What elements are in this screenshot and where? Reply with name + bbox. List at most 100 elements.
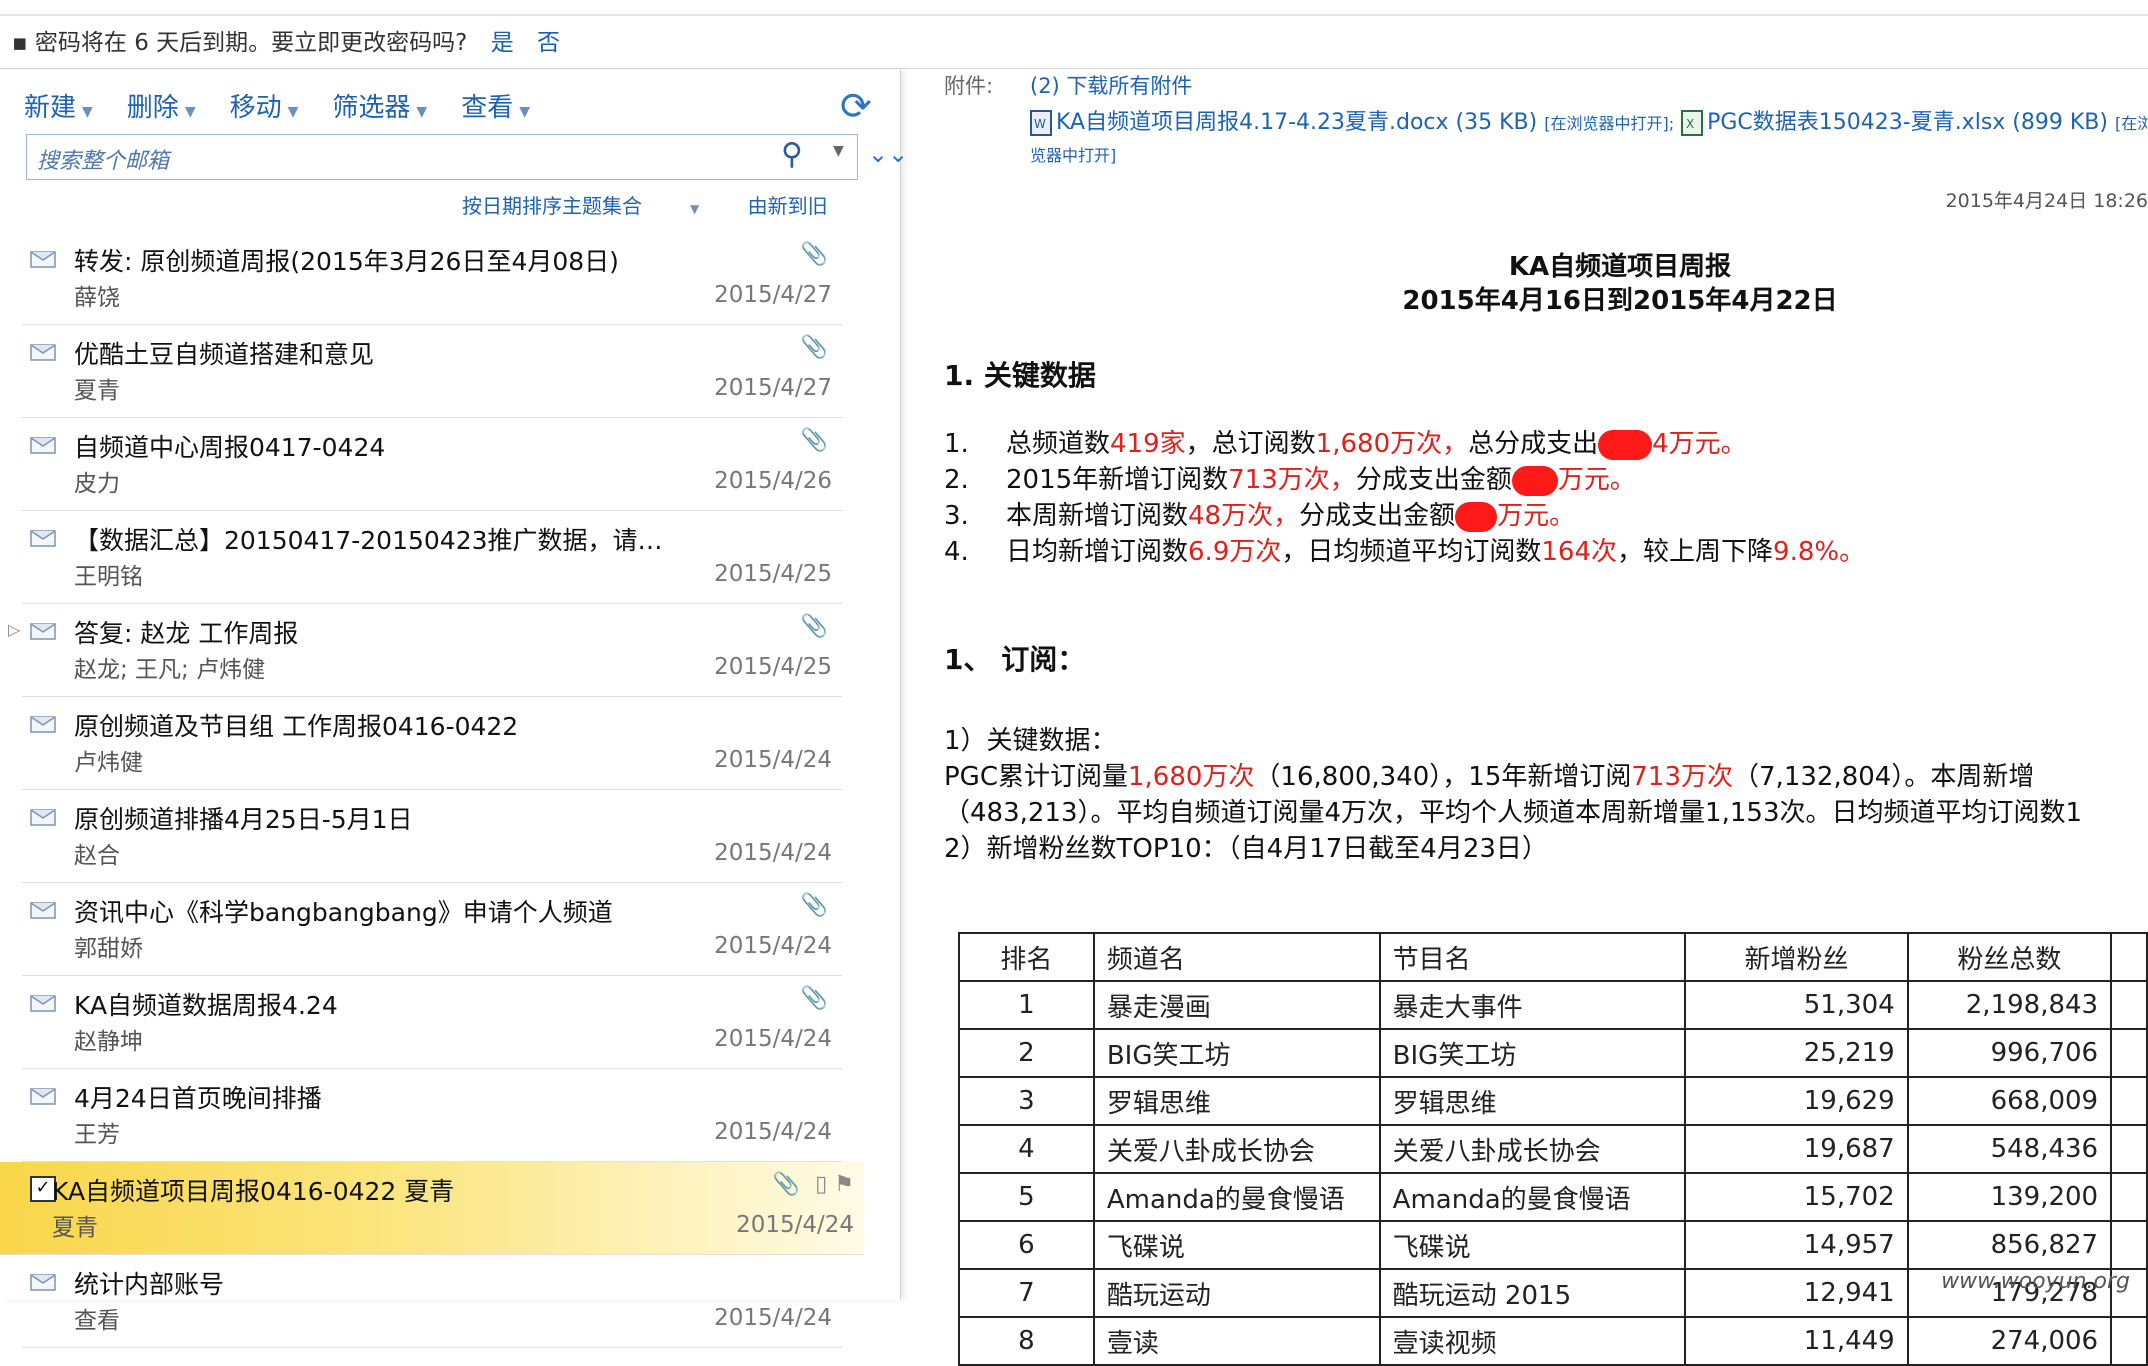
top-border [0,14,2148,16]
cell-rank: 1 [958,980,1095,1030]
expand-thread-icon[interactable]: ▷ [8,620,20,639]
message-subject: KA自频道项目周报0416-0422 夏青 [52,1177,455,1206]
chevron-down-icon: ▼ [416,103,428,120]
col-header-channel: 频道名 [1092,932,1381,982]
open-in-browser-link[interactable]: [在浏览器中打开]; [1544,114,1674,133]
cell-total-fans: 274,006 [1906,1316,2113,1366]
message-subject: 优酷土豆自频道搭建和意见 [74,340,375,369]
cell-program: BIG笑工坊 [1378,1028,1687,1078]
open-in-browser-link[interactable]: 览器中打开] [1030,142,1116,166]
envelope-icon [30,620,56,640]
search-icon[interactable]: ⚲ [781,137,803,172]
password-notice-bar: ▪ 密码将在 6 天后到期。要立即更改密码吗? 是 否 [0,18,2148,69]
move-button[interactable]: 移动 ▼ [230,87,299,124]
sort-by-button[interactable]: 按日期排序主题集合 ▼ [462,194,699,218]
notice-no-link[interactable]: 否 [537,30,560,56]
list-item[interactable]: 转发: 原创频道周报(2015年3月26日至4月08日) 薛饶 2015/4/27 📎 [22,232,842,325]
cell-rank: 5 [958,1172,1095,1222]
message-subject: 转发: 原创频道周报(2015年3月26日至4月08日) [74,247,619,276]
expand-icon[interactable]: ⌄⌄ [868,140,908,168]
cell-new-fans: 14,957 [1684,1220,1909,1270]
notice-yes-link[interactable]: 是 [491,30,514,56]
cell-new-fans: 15,702 [1684,1172,1909,1222]
cell-extra [2110,1124,2148,1174]
chevron-down-icon: ▼ [287,103,299,120]
cell-rank: 8 [958,1316,1095,1366]
message-subject: 资讯中心《科学bangbangbang》申请个人频道 [74,898,613,927]
download-all-attachments-link[interactable]: (2) 下载所有附件 [1030,70,1192,100]
message-date: 2015/4/24 [714,840,832,866]
key-data-item: 4. 日均新增订阅数6.9万次，日均频道平均订阅数164次，较上周下降9.8%。 [944,537,1866,567]
message-sender: 赵静坤 [74,1029,143,1055]
reading-pane: 附件: (2) 下载所有附件 W KA自频道项目周报4.17-4.23夏青.doc… [930,70,2148,1366]
list-item[interactable]: 【数据汇总】20150417-20150423推广数据，请… 王明铭 2015/4/… [22,511,842,604]
svg-text:W: W [1034,117,1046,131]
cell-program: 罗辑思维 [1378,1076,1687,1126]
paragraph-key-data-label: 1）关键数据： [944,726,1117,756]
message-sender: 卢炜健 [74,750,143,776]
cell-total-fans: 139,200 [1906,1172,2113,1222]
message-subject: 【数据汇总】20150417-20150423推广数据，请… [74,526,663,555]
envelope-icon [30,341,56,361]
filter-button[interactable]: 筛选器 ▼ [332,87,427,124]
list-item-selected[interactable]: ✓ KA自频道项目周报0416-0422 夏青 夏青 2015/4/24 📎 ▯ ⚑ [0,1162,864,1255]
search-input[interactable]: 搜索整个邮箱 ⚲ ▼ [26,134,858,180]
message-sender: 夏青 [52,1215,98,1241]
top10-fans-table: 排名 频道名 节目名 新增粉丝 粉丝总数 1 暴走漫画 暴走大事件 51,304 2,1… [958,932,2148,1366]
list-item[interactable]: ▷ 答复: 赵龙 工作周报 赵龙; 王凡; 卢炜健 2015/4/25 📎 [8,604,842,697]
cell-channel: Amanda的曼食慢语 [1092,1172,1381,1222]
cell-rank: 4 [958,1124,1095,1174]
search-options-chevron-icon[interactable]: ▼ [833,143,844,159]
delete-button[interactable]: 删除 ▼ [127,87,196,124]
cell-total-fans: 548,436 [1906,1124,2113,1174]
list-item[interactable]: 自频道中心周报0417-0424 皮力 2015/4/26 📎 [22,418,842,511]
paperclip-icon: 📎 [800,242,828,267]
cell-channel: 暴走漫画 [1092,980,1381,1030]
refresh-icon[interactable]: ⟳ [840,84,872,128]
list-item[interactable]: 统计内部账号 查看 2015/4/24 [22,1255,842,1348]
cell-rank: 3 [958,1076,1095,1126]
view-button[interactable]: 查看 ▼ [461,87,530,124]
col-header-rank: 排名 [958,932,1095,982]
attachment-xlsx-link[interactable]: PGC数据表150423-夏青.xlsx (899 KB) [1707,110,2108,135]
cell-extra [2110,980,2148,1030]
message-date: 2015/4/24 [714,747,832,773]
message-date: 2015/4/24 [736,1212,854,1238]
paperclip-icon: 📎 [800,614,828,639]
flag-icon[interactable]: ▯ ⚑ [815,1172,854,1197]
key-data-item: 2. 2015年新增订阅数713万次，分成支出金额 万元。 [944,465,1636,496]
envelope-icon [30,248,56,268]
table-row: 3 罗辑思维 罗辑思维 19,629 668,009 [958,1076,2148,1126]
list-item[interactable]: 原创频道排播4月25日-5月1日 赵合 2015/4/24 [22,790,842,883]
list-item[interactable]: KA自频道数据周报4.24 赵静坤 2015/4/24 📎 [22,976,842,1069]
paragraph-subscription-detail: （483,213）。平均自频道订阅量4万次，平均个人频道本周新增量1,153次。… [944,798,2083,828]
message-sender: 薛饶 [74,285,120,311]
sort-order-button[interactable]: 由新到旧 [748,194,828,218]
cell-new-fans: 19,687 [1684,1124,1909,1174]
message-date: 2015/4/25 [714,561,832,587]
envelope-icon [30,434,56,454]
cell-extra [2110,1316,2148,1366]
report-title: KA自频道项目周报 [1508,252,1732,282]
paperclip-icon: 📎 [800,986,828,1011]
cell-channel: 关爱八卦成长协会 [1092,1124,1381,1174]
list-item[interactable]: 优酷土豆自频道搭建和意见 夏青 2015/4/27 📎 [22,325,842,418]
list-item[interactable]: 原创频道及节目组 工作周报0416-0422 卢炜健 2015/4/24 [22,697,842,790]
table-row: 2 BIG笑工坊 BIG笑工坊 25,219 996,706 [958,1028,2148,1078]
redaction-mark [1511,465,1558,496]
list-item[interactable]: 资讯中心《科学bangbangbang》申请个人频道 郭甜娇 2015/4/24 📎 [22,883,842,976]
cell-program: 飞碟说 [1378,1220,1687,1270]
cell-total-fans: 668,009 [1906,1076,2113,1126]
cell-extra [2110,1220,2148,1270]
paperclip-icon: 📎 [800,893,828,918]
new-button[interactable]: 新建 ▼ [24,87,93,124]
cell-extra [2110,1076,2148,1126]
message-date: 2015/4/26 [714,468,832,494]
envelope-icon [30,1271,56,1291]
cell-new-fans: 25,219 [1684,1028,1909,1078]
list-item[interactable]: 4月24日首页晚间排播 王芳 2015/4/24 [22,1069,842,1162]
cell-program: 暴走大事件 [1378,980,1687,1030]
cell-rank: 6 [958,1220,1095,1270]
open-in-browser-link[interactable]: [在浏 [2115,114,2148,133]
attachment-docx-link[interactable]: KA自频道项目周报4.17-4.23夏青.docx (35 KB) [1056,110,1537,135]
